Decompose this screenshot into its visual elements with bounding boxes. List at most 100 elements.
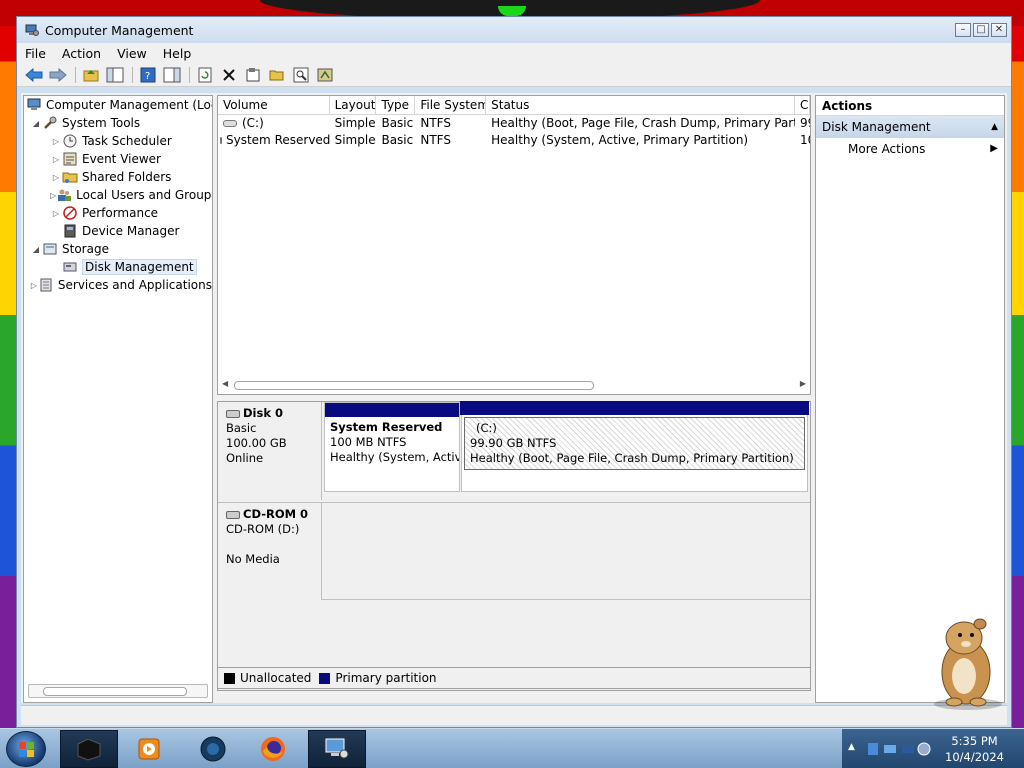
hard-disk-icon	[226, 409, 240, 418]
hamster-desktop-pet	[934, 618, 1002, 710]
tree-item-disk-management[interactable]: Disk Management	[24, 258, 212, 276]
show-hidden-icons-arrow-icon[interactable]: ▲	[848, 742, 855, 752]
disk-info[interactable]: CD-ROM 0 CD-ROM (D:) No Media	[218, 502, 322, 600]
forward-button[interactable]	[47, 65, 69, 85]
console-tree[interactable]: Computer Management (Local ◢ System Tool…	[23, 95, 213, 703]
tree-item-performance[interactable]: ▷ Performance	[24, 204, 212, 222]
console-tree-icon	[106, 67, 124, 82]
show-hide-action-pane-button[interactable]	[161, 65, 183, 85]
volume-name: (C:)	[242, 116, 264, 130]
cdrom-media: No Media	[226, 552, 280, 566]
cdrom-icon	[226, 510, 240, 519]
collapsed-arrow-icon[interactable]: ▷	[50, 155, 62, 164]
open-button[interactable]	[266, 65, 288, 85]
scroll-right-icon[interactable]: ▶	[800, 379, 806, 388]
tree-label-storage: Storage	[62, 242, 109, 256]
taskbar-app-firefox[interactable]	[244, 730, 302, 768]
taskbar-app-computer-management[interactable]	[308, 730, 366, 768]
folder-up-icon	[83, 69, 99, 81]
menu-help[interactable]: Help	[163, 46, 192, 61]
tree-horizontal-scrollbar[interactable]	[28, 684, 208, 698]
volume-file-system: NTFS	[420, 133, 451, 147]
search-button[interactable]	[290, 65, 312, 85]
actions-section-disk-management[interactable]: Disk Management ▲	[816, 116, 1004, 138]
expanded-arrow-icon[interactable]: ◢	[30, 245, 42, 254]
tree-item-system-tools[interactable]: ◢ System Tools	[24, 114, 212, 132]
tray-icons[interactable]	[866, 739, 936, 759]
volume-list-horizontal-scrollbar[interactable]: ◀ ▶	[222, 378, 806, 392]
scrollbar-thumb[interactable]	[43, 687, 187, 696]
partition-bar	[325, 403, 459, 417]
tree-item-services[interactable]: ▷ Services and Applications	[24, 276, 212, 294]
cdrom-drive: CD-ROM (D:)	[226, 522, 300, 536]
maximize-button[interactable]: □	[973, 23, 989, 37]
collapsed-arrow-icon[interactable]: ▷	[50, 173, 62, 182]
column-header-type[interactable]: Type	[376, 96, 416, 114]
storage-icon	[42, 241, 58, 257]
menu-view[interactable]: View	[117, 46, 147, 61]
collapse-up-icon[interactable]: ▲	[991, 116, 998, 138]
scroll-left-icon[interactable]: ◀	[222, 379, 228, 388]
collapsed-arrow-icon[interactable]: ▷	[50, 137, 62, 146]
disk-state: Online	[226, 451, 264, 465]
tree-item-event-viewer[interactable]: ▷ Event Viewer	[24, 150, 212, 168]
properties-icon	[246, 67, 260, 81]
table-row[interactable]: (C:) Simple Basic NTFS Healthy (Boot, Pa…	[218, 115, 810, 132]
users-icon	[56, 187, 72, 203]
tree-item-task-scheduler[interactable]: ▷ Task Scheduler	[24, 132, 212, 150]
back-button[interactable]	[23, 65, 45, 85]
disk-row[interactable]: CD-ROM 0 CD-ROM (D:) No Media	[218, 502, 810, 600]
more-actions-item[interactable]: More Actions ▶	[816, 138, 1004, 160]
disk-info[interactable]: Disk 0 Basic 100.00 GB Online	[218, 402, 322, 500]
arrow-left-icon	[25, 67, 43, 82]
menu-file[interactable]: File	[25, 46, 46, 61]
volume-list[interactable]: Volume Layout Type File System Status C …	[217, 95, 811, 395]
tree-label-root: Computer Management (Local	[46, 98, 213, 112]
partition-status: Healthy (Boot, Page File, Crash Dump, Pr…	[470, 451, 794, 465]
column-header-capacity[interactable]: C	[795, 96, 810, 114]
legend-primary: Primary partition	[335, 671, 437, 685]
event-viewer-icon	[62, 151, 78, 167]
menu-action[interactable]: Action	[62, 46, 101, 61]
collapsed-arrow-icon[interactable]: ▷	[50, 209, 62, 218]
show-hide-tree-button[interactable]	[104, 65, 126, 85]
shared-folder-icon	[62, 169, 78, 185]
clock-icon	[62, 133, 78, 149]
title-bar[interactable]: Computer Management – □ ✕	[17, 17, 1011, 43]
delete-button[interactable]	[218, 65, 240, 85]
tree-label-services: Services and Applications	[57, 278, 212, 292]
taskbar-app-media-player[interactable]	[120, 730, 178, 768]
disk-row[interactable]: Disk 0 Basic 100.00 GB Online System Res…	[218, 401, 810, 500]
column-header-file-system[interactable]: File System	[415, 96, 487, 114]
properties-button[interactable]	[242, 65, 264, 85]
device-manager-icon	[62, 223, 78, 239]
start-button[interactable]	[6, 731, 46, 767]
wizard-button[interactable]	[314, 65, 336, 85]
minimize-button[interactable]: –	[955, 23, 971, 37]
collapsed-arrow-icon[interactable]: ▷	[30, 281, 38, 290]
taskbar-clock[interactable]: 5:35 PM 10/4/2024	[945, 733, 1004, 765]
partition-system-reserved[interactable]: System Reserved 100 MB NTFS Healthy (Sys…	[324, 402, 460, 492]
scrollbar-thumb[interactable]	[234, 381, 594, 390]
up-level-button[interactable]	[80, 65, 102, 85]
table-row[interactable]: System Reserved Simple Basic NTFS Health…	[218, 132, 810, 149]
help-button[interactable]: ?	[137, 65, 159, 85]
column-header-volume[interactable]: Volume	[218, 96, 330, 114]
tree-item-local-users[interactable]: ▷ Local Users and Groups	[24, 186, 212, 204]
column-header-status[interactable]: Status	[486, 96, 796, 114]
expanded-arrow-icon[interactable]: ◢	[30, 119, 42, 128]
tree-item-device-manager[interactable]: Device Manager	[24, 222, 212, 240]
tree-item-storage[interactable]: ◢ Storage	[24, 240, 212, 258]
disk-name: CD-ROM 0	[243, 507, 309, 521]
column-header-layout[interactable]: Layout	[330, 96, 377, 114]
tree-item-shared-folders[interactable]: ▷ Shared Folders	[24, 168, 212, 186]
partition-name: (C:)	[476, 421, 497, 435]
refresh-button[interactable]	[194, 65, 216, 85]
tree-item-root[interactable]: Computer Management (Local	[24, 96, 212, 114]
close-button[interactable]: ✕	[991, 23, 1007, 37]
partition-c-drive[interactable]: (C:) 99.90 GB NTFS Healthy (Boot, Page F…	[460, 401, 809, 492]
tree-label-disk-management: Disk Management	[82, 259, 197, 275]
volume-status: Healthy (Boot, Page File, Crash Dump, Pr…	[491, 116, 795, 130]
taskbar-app-network[interactable]	[184, 730, 242, 768]
taskbar-app-terminal[interactable]	[60, 730, 118, 768]
